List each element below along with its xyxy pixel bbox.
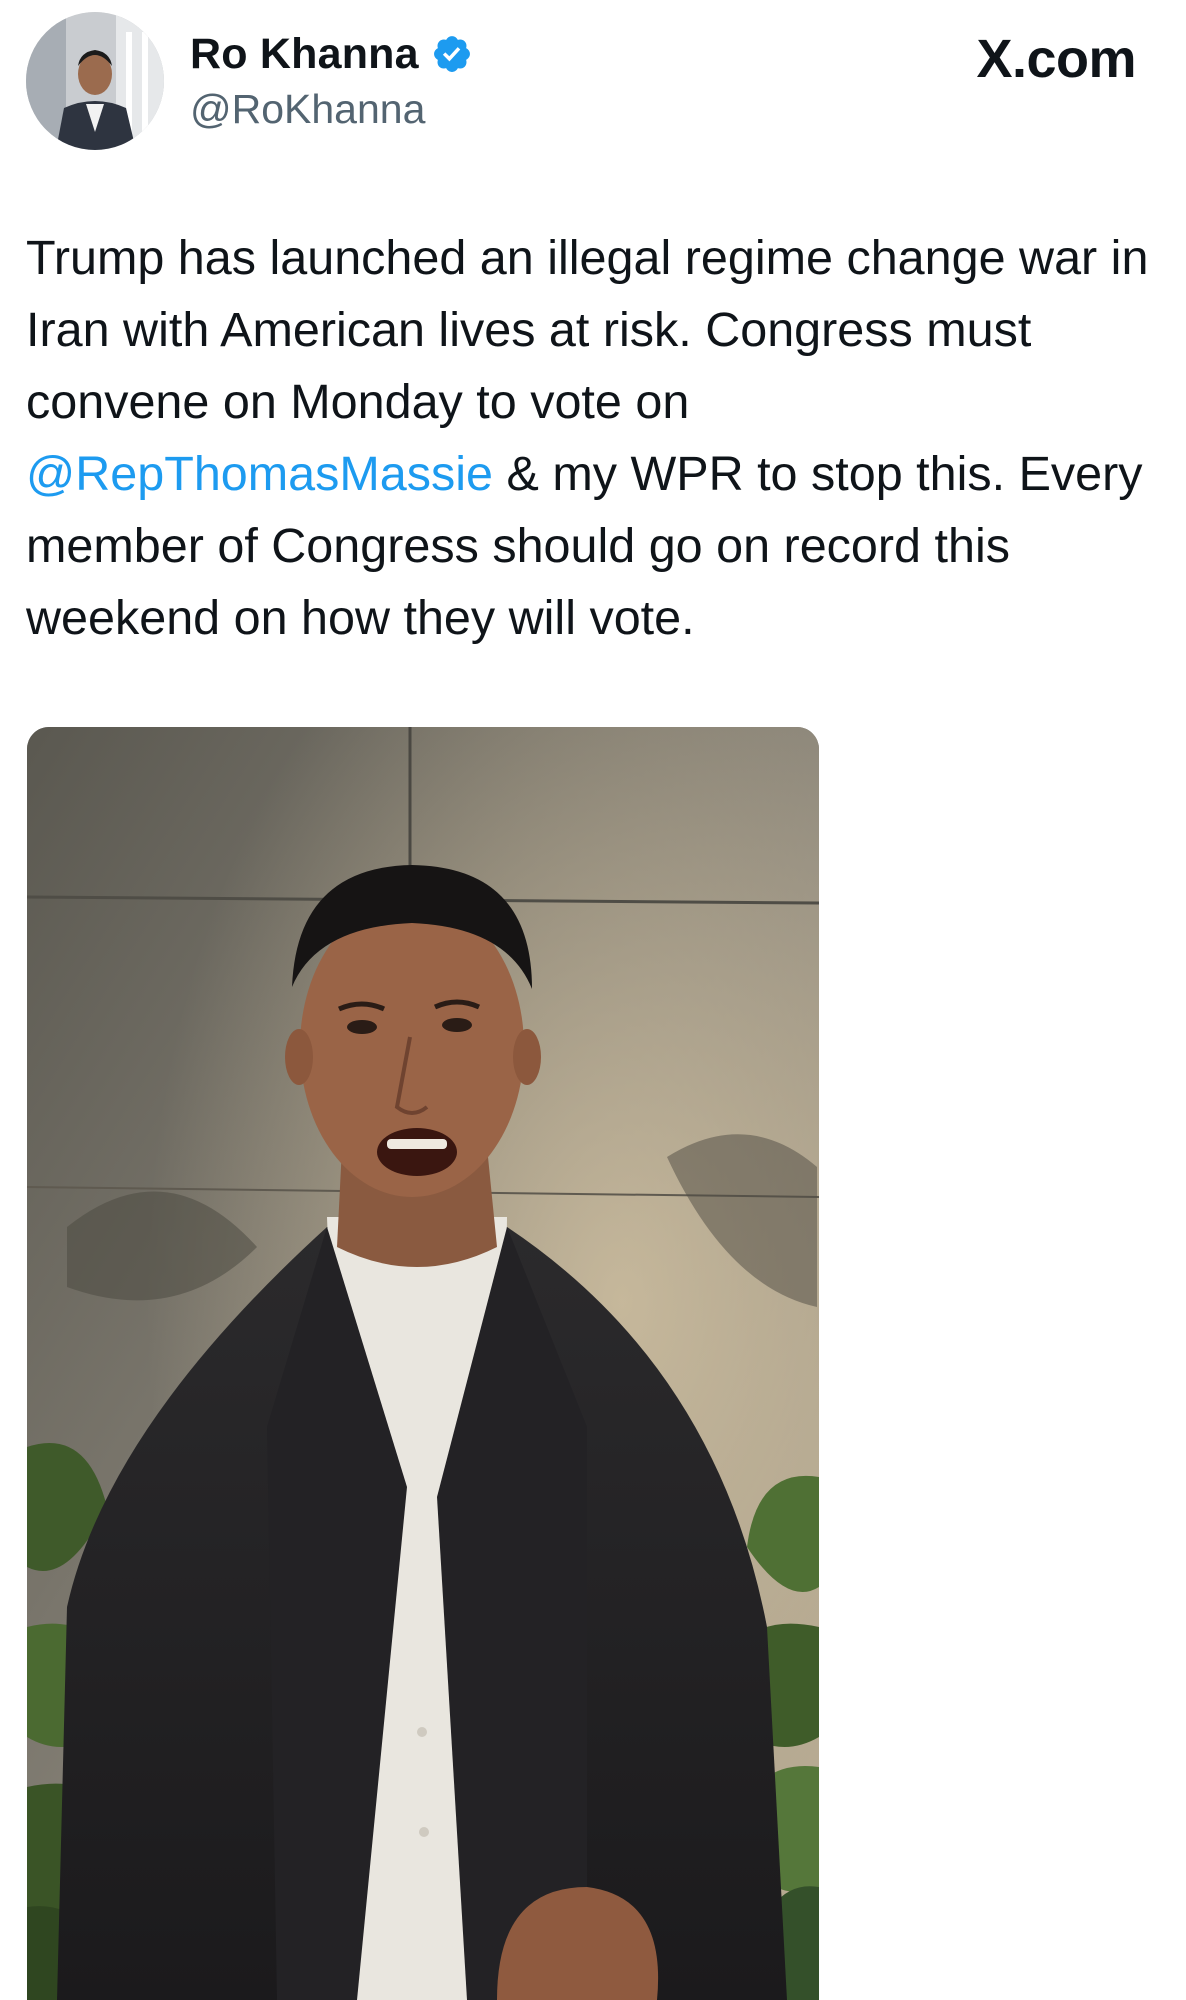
- author-name-row: Ro Khanna: [190, 26, 473, 82]
- tweet-header: Ro Khanna @RoKhanna X.com: [0, 0, 1186, 160]
- author-handle[interactable]: @RoKhanna: [190, 86, 425, 133]
- tweet-text-part1: Trump has launched an illegal regime cha…: [26, 231, 1149, 429]
- video-thumbnail[interactable]: [27, 727, 819, 2000]
- verified-badge-icon: [431, 33, 473, 75]
- tweet-text: Trump has launched an illegal regime cha…: [26, 222, 1166, 654]
- author-avatar[interactable]: [26, 12, 164, 150]
- author-display-name[interactable]: Ro Khanna: [190, 30, 419, 79]
- mention-link[interactable]: @RepThomasMassie: [26, 447, 493, 501]
- site-label: X.com: [976, 29, 1136, 89]
